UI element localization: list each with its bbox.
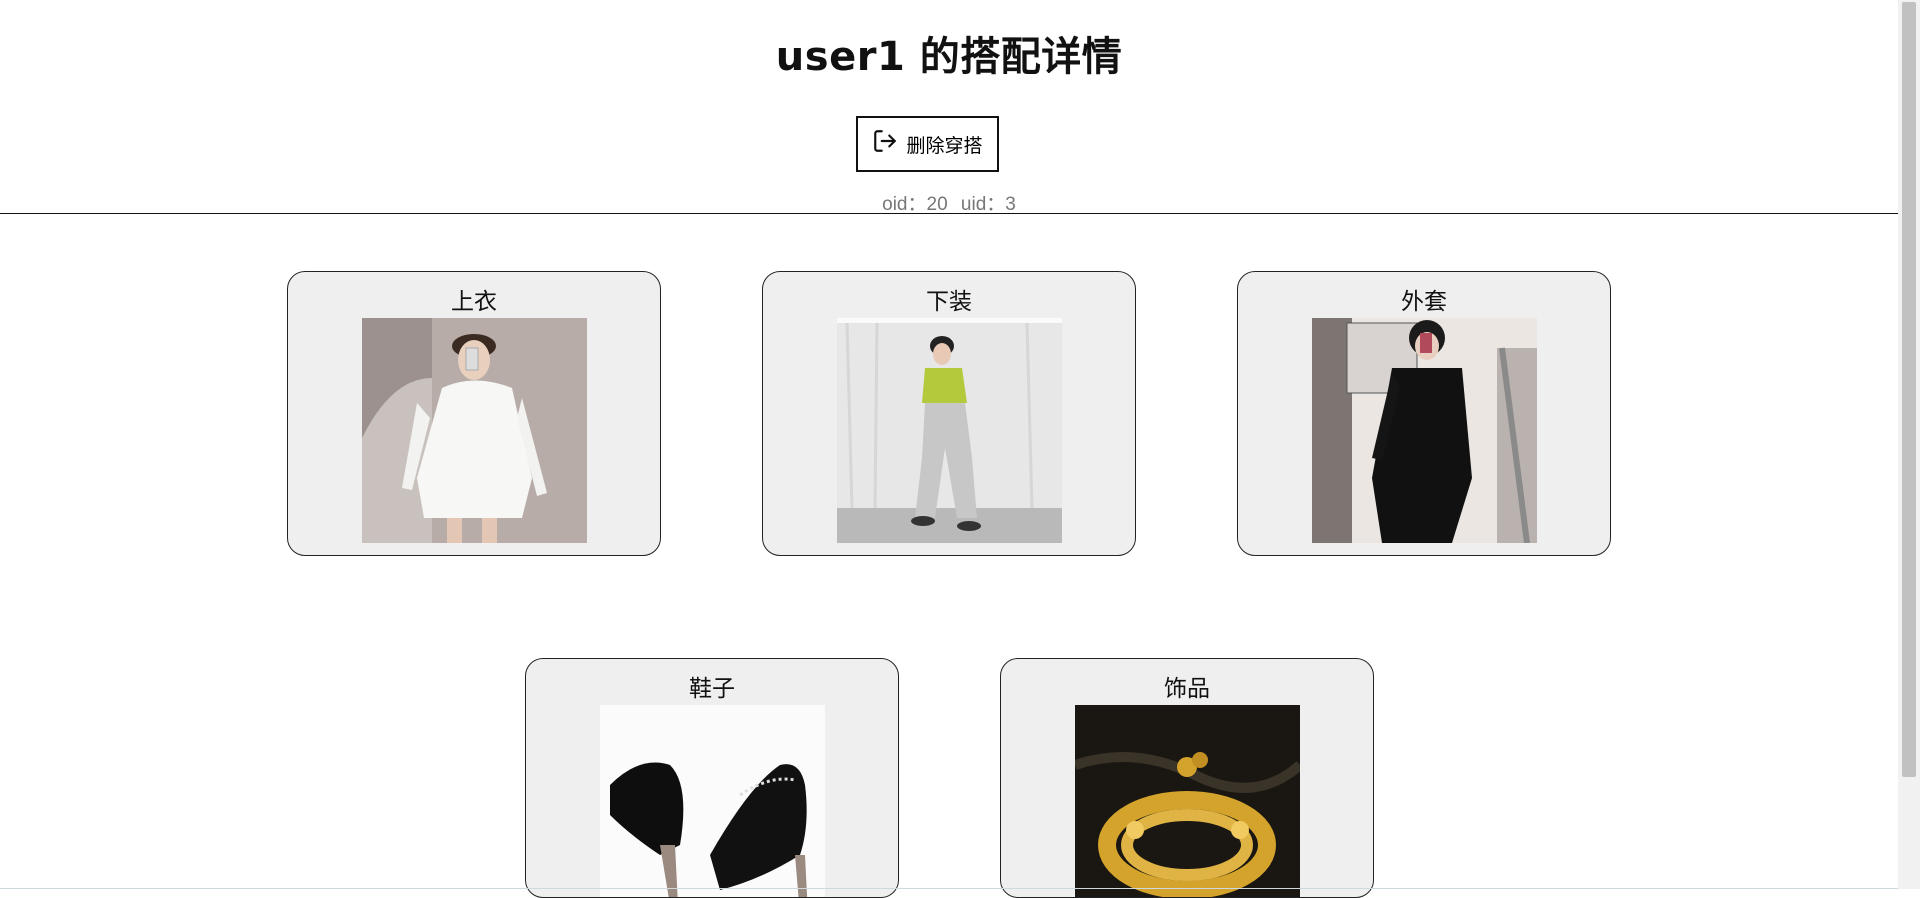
outfit-meta: oid：20 uid：3 <box>0 189 1898 216</box>
logout-icon <box>872 128 898 160</box>
outfit-card-top[interactable]: 上衣 <box>287 271 661 556</box>
bottom-photo[interactable] <box>837 318 1062 543</box>
scrollbar-thumb[interactable] <box>1902 2 1916 777</box>
outfit-card-accessory[interactable]: 饰品 <box>1000 658 1374 898</box>
card-label: 外套 <box>1401 289 1447 315</box>
oid-text: oid：20 <box>882 194 948 215</box>
accessory-photo[interactable] <box>1075 705 1300 897</box>
divider <box>0 213 1898 214</box>
coat-photo[interactable] <box>1312 318 1537 543</box>
outfit-card-coat[interactable]: 外套 <box>1237 271 1611 556</box>
card-label: 上衣 <box>451 289 497 315</box>
shoes-photo[interactable] <box>600 705 825 897</box>
uid-text: uid：3 <box>960 194 1016 215</box>
card-label: 下装 <box>926 289 972 315</box>
outfit-detail-page: user1 的搭配详情 删除穿搭 oid：20 uid：3 上衣 下装 外套 鞋… <box>0 0 1898 898</box>
vertical-scrollbar[interactable] <box>1898 0 1920 889</box>
card-label: 饰品 <box>1164 676 1210 702</box>
top-photo[interactable] <box>362 318 587 543</box>
outfit-card-bottom[interactable]: 下装 <box>762 271 1136 556</box>
delete-outfit-button[interactable]: 删除穿搭 <box>856 116 999 172</box>
page-title: user1 的搭配详情 <box>775 34 1123 80</box>
outfit-card-shoes[interactable]: 鞋子 <box>525 658 899 898</box>
delete-outfit-label: 删除穿搭 <box>906 135 983 157</box>
card-label: 鞋子 <box>689 676 735 702</box>
